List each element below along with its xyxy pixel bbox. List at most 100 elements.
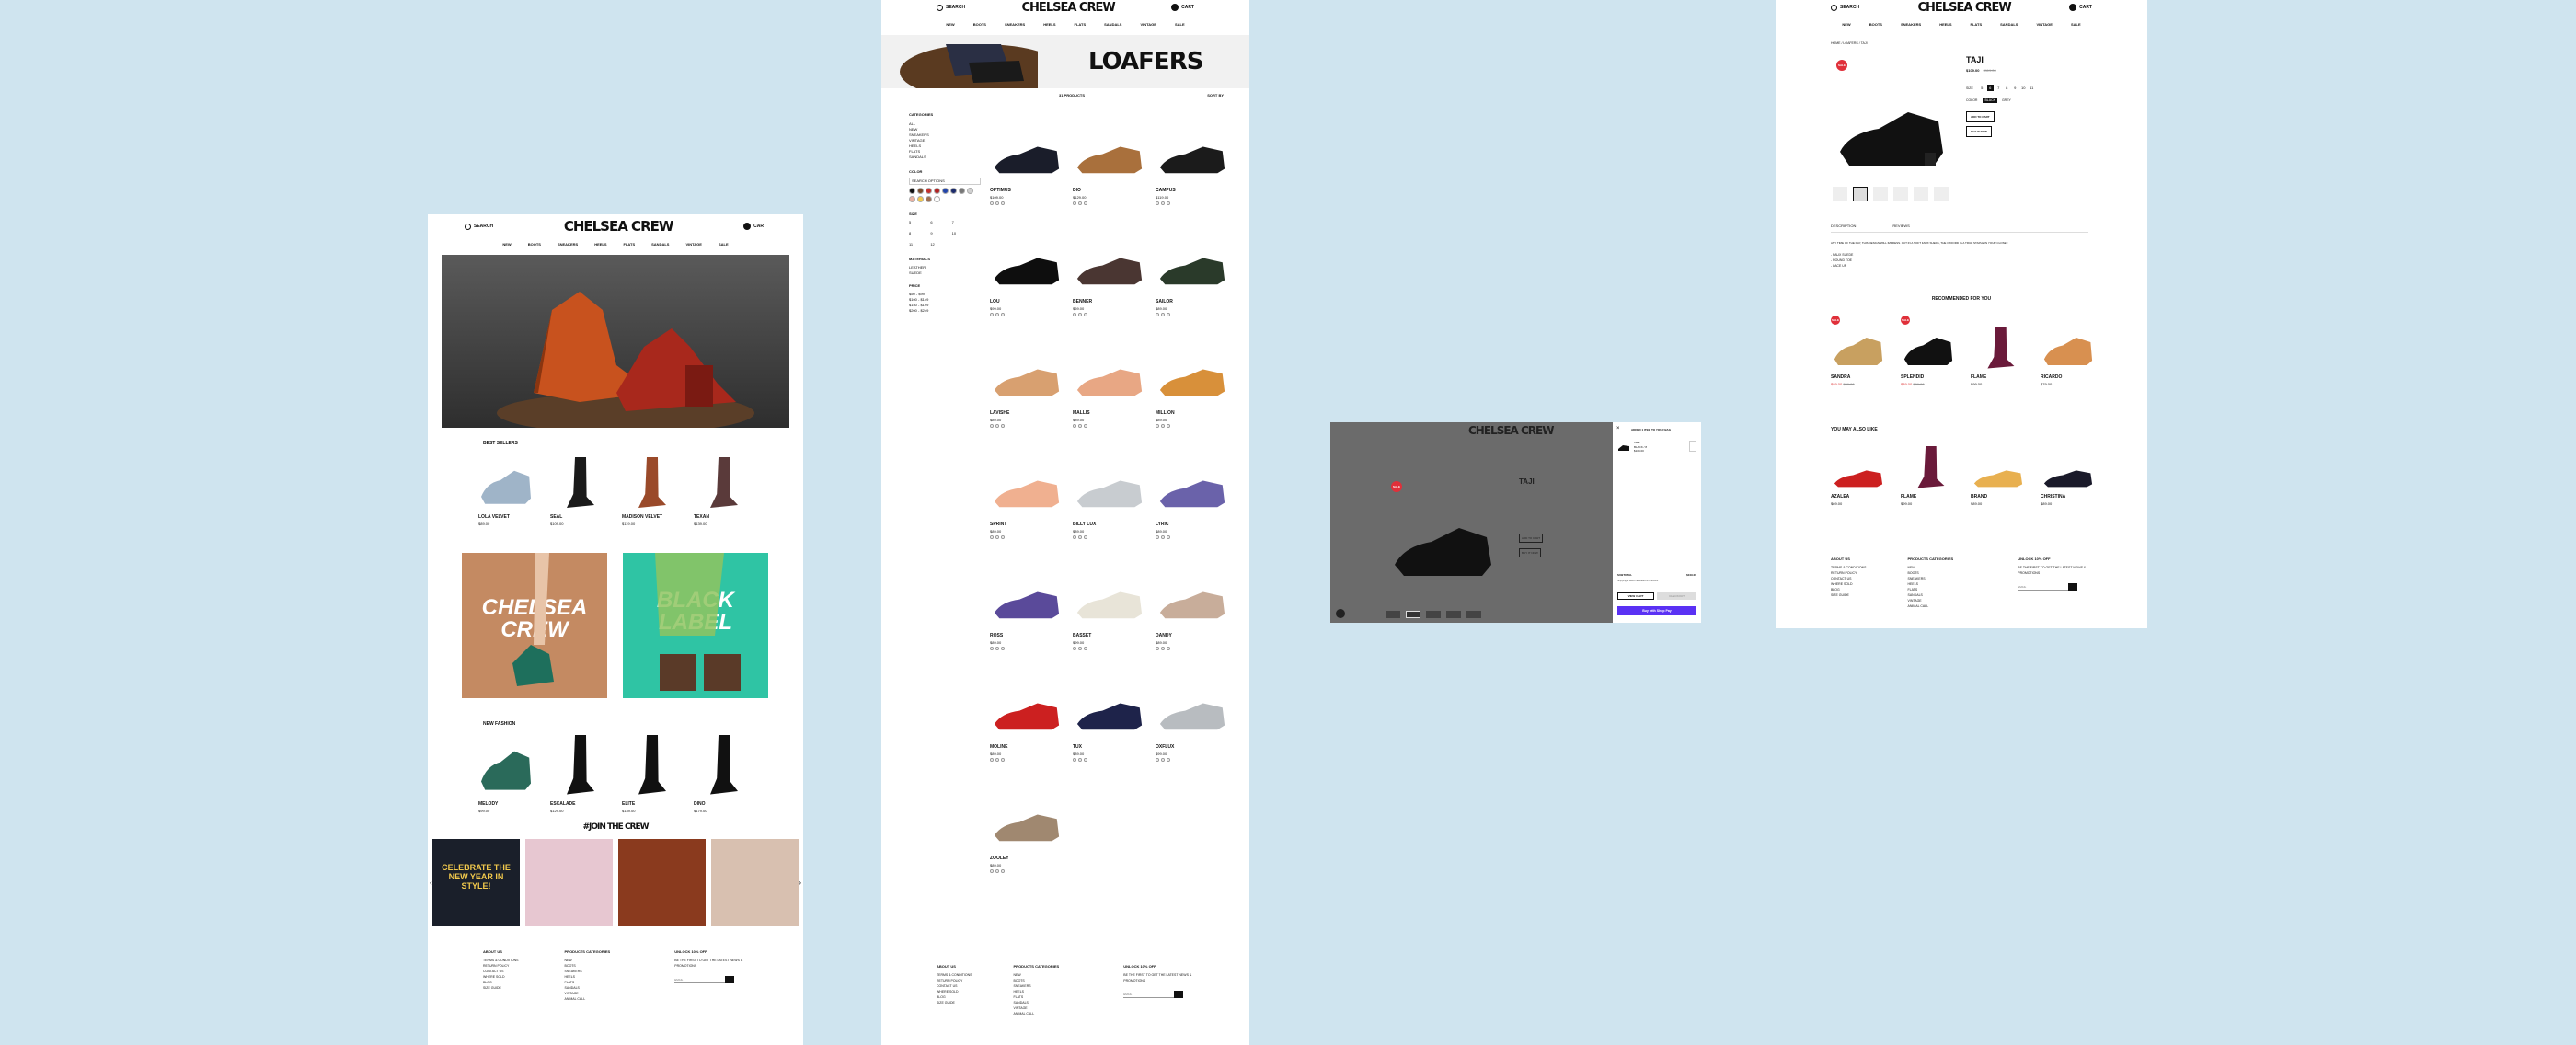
size-option[interactable]: 6 <box>930 220 951 225</box>
color-swatch[interactable] <box>995 313 999 316</box>
search-button[interactable]: SEARCH <box>937 4 965 11</box>
brand-logo[interactable]: CHELSEA CREW <box>564 218 674 235</box>
color-swatch[interactable] <box>942 188 949 194</box>
color-swatch[interactable] <box>1084 424 1087 428</box>
product-card[interactable]: MILLION $89.00 <box>1156 351 1229 428</box>
size-option[interactable]: 10 <box>2020 85 2027 91</box>
nav-item[interactable]: NEW <box>946 22 954 27</box>
product-card[interactable]: RICARDO $79.00 <box>2041 316 2096 386</box>
brand-logo[interactable]: CHELSEA CREW <box>1022 1 1116 15</box>
product-card[interactable]: TUX $89.00 <box>1073 685 1146 762</box>
nav-item[interactable]: FLATS <box>1075 22 1087 27</box>
product-card[interactable]: OXFLUX $99.00 <box>1156 685 1229 762</box>
product-card[interactable]: MADISON VELVET $119.00 <box>622 455 677 526</box>
color-search-input[interactable]: SEARCH OPTIONS <box>909 178 981 185</box>
color-swatch[interactable] <box>1167 535 1170 539</box>
color-swatch[interactable] <box>1161 647 1165 650</box>
product-card[interactable]: FLAME $99.00 <box>1971 316 2026 386</box>
color-swatch[interactable] <box>995 647 999 650</box>
search-button[interactable]: SEARCH <box>465 223 493 230</box>
cart-button[interactable]: CART <box>743 223 766 230</box>
size-option[interactable]: 6 <box>1986 85 1994 91</box>
carousel-prev-icon[interactable]: ‹ <box>430 878 432 887</box>
color-swatch[interactable] <box>1001 535 1005 539</box>
nav-item[interactable]: FLATS <box>624 242 636 247</box>
product-card[interactable]: MALLIS $89.00 <box>1073 351 1146 428</box>
footer-link[interactable]: SIZE GUIDE <box>1831 592 1867 598</box>
color-swatch[interactable] <box>1084 758 1087 762</box>
color-swatch[interactable] <box>1161 201 1165 205</box>
color-swatch[interactable] <box>1161 758 1165 762</box>
color-swatch[interactable] <box>1073 535 1076 539</box>
color-swatch[interactable] <box>1156 424 1159 428</box>
search-button[interactable]: SEARCH <box>1831 4 1859 11</box>
hero-banner[interactable] <box>442 255 789 433</box>
product-card[interactable]: AZALEA $69.00 <box>1831 440 1886 506</box>
product-card[interactable]: ESCALADE $129.00 <box>550 733 605 813</box>
product-card[interactable]: SALE SPLENDID $89.00 $99.00 <box>1901 316 1956 386</box>
color-swatch[interactable] <box>1084 647 1087 650</box>
color-swatch[interactable] <box>1161 313 1165 316</box>
nav-item[interactable]: HEELS <box>1939 22 1951 27</box>
color-swatch[interactable] <box>1167 313 1170 316</box>
instagram-post[interactable] <box>618 839 706 926</box>
size-option[interactable]: 7 <box>1995 85 2002 91</box>
nav-item[interactable]: VINTAGE <box>2036 22 2052 27</box>
color-swatch[interactable] <box>990 201 994 205</box>
color-swatch[interactable] <box>995 424 999 428</box>
product-card[interactable]: SAILOR $89.00 <box>1156 240 1229 316</box>
color-swatch[interactable] <box>926 188 932 194</box>
brand-logo[interactable]: CHELSEA CREW <box>1918 1 2012 15</box>
color-swatch[interactable] <box>1073 424 1076 428</box>
color-swatch[interactable] <box>909 188 915 194</box>
color-swatch[interactable] <box>1156 201 1159 205</box>
product-card[interactable]: ZOOLEY $89.00 <box>990 797 1064 873</box>
product-thumbnail[interactable] <box>1853 187 1868 201</box>
color-swatch[interactable] <box>1156 313 1159 316</box>
color-swatch[interactable] <box>1078 758 1082 762</box>
product-card[interactable]: BRAND $89.00 <box>1971 440 2026 506</box>
product-card[interactable]: SALE SANDRA $89.00 $99.00 <box>1831 316 1886 386</box>
buy-now-button[interactable]: BUY IT NOW <box>1966 126 1992 137</box>
nav-item[interactable]: NEW <box>1842 22 1850 27</box>
color-swatch[interactable] <box>1073 758 1076 762</box>
color-swatch[interactable] <box>934 188 940 194</box>
filter-option[interactable]: $200 - $249 <box>909 308 981 314</box>
newsletter-submit-button[interactable] <box>2068 583 2078 591</box>
chat-icon[interactable] <box>1336 609 1345 618</box>
nav-item[interactable]: NEW <box>502 242 511 247</box>
color-swatch[interactable] <box>995 201 999 205</box>
color-swatch[interactable] <box>1073 647 1076 650</box>
product-card[interactable]: LAVISHE $89.00 <box>990 351 1064 428</box>
color-swatch[interactable] <box>909 196 915 202</box>
promo-tile-black-label[interactable]: BLACK LABEL <box>623 553 768 698</box>
product-card[interactable]: LOU $99.00 <box>990 240 1064 316</box>
size-option[interactable]: 7 <box>952 220 973 225</box>
product-card[interactable]: SEAL $109.00 <box>550 455 605 526</box>
product-thumbnail[interactable] <box>1934 187 1949 201</box>
product-card[interactable]: CAMPUS $119.00 <box>1156 129 1229 205</box>
size-option[interactable]: 12 <box>930 242 951 247</box>
color-swatch[interactable] <box>995 869 999 873</box>
size-option[interactable]: 11 <box>909 242 930 247</box>
instagram-post[interactable] <box>711 839 799 926</box>
nav-item[interactable]: BOOTS <box>528 242 541 247</box>
product-card[interactable]: BASSET $99.00 <box>1073 574 1146 650</box>
breadcrumb[interactable]: HOME / LOAFERS / TAJI <box>1831 40 1868 46</box>
color-swatch[interactable] <box>1161 424 1165 428</box>
color-swatch[interactable] <box>1156 535 1159 539</box>
product-card[interactable]: BENNER $69.00 <box>1073 240 1146 316</box>
newsletter-email-input[interactable] <box>2018 583 2069 591</box>
nav-item[interactable]: BOOTS <box>1869 22 1882 27</box>
newsletter-email-input[interactable] <box>1123 991 1175 998</box>
color-swatch[interactable] <box>990 869 994 873</box>
instagram-post[interactable] <box>525 839 613 926</box>
tab-description[interactable]: DESCRIPTION <box>1831 224 1856 228</box>
product-card[interactable]: LYRIC $89.00 <box>1156 463 1229 539</box>
color-swatch[interactable] <box>1001 647 1005 650</box>
size-option[interactable]: 8 <box>2004 85 2010 91</box>
size-option[interactable]: 5 <box>909 220 930 225</box>
nav-item[interactable]: SNEAKERS <box>558 242 578 247</box>
product-card[interactable]: MOLINE $89.00 <box>990 685 1064 762</box>
nav-item[interactable]: BOOTS <box>973 22 986 27</box>
